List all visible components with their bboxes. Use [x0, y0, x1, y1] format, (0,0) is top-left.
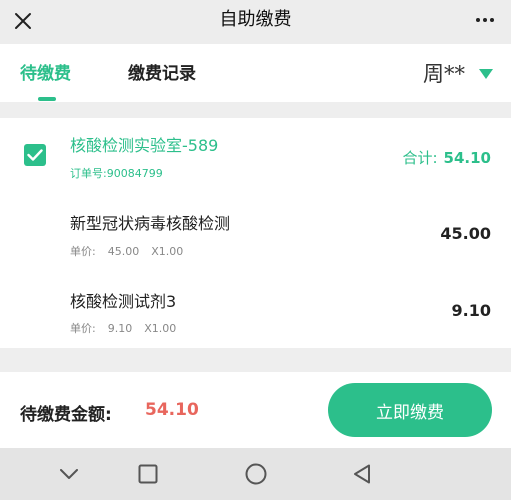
pending-amount-label: 待缴费金额:: [20, 405, 112, 425]
triangle-down-icon: [479, 64, 493, 83]
page-title: 自助缴费: [219, 9, 292, 30]
item-meta: 单价: 9.10 X1.00: [70, 320, 176, 336]
item-name: 核酸检测试剂3: [70, 292, 177, 311]
square-icon[interactable]: [134, 460, 162, 488]
tab-bar: 待缴费 缴费记录 周**: [0, 44, 511, 102]
order-number-value: 90084799: [106, 167, 163, 180]
patient-selector[interactable]: 周**: [423, 58, 493, 88]
payment-bar: 待缴费金额: 54.10 立即缴费: [0, 372, 511, 448]
item-amount: 45.00: [440, 224, 491, 243]
order-total-label: 合计:: [402, 149, 438, 167]
more-horizontal-icon[interactable]: [473, 10, 497, 30]
item-amount: 9.10: [451, 301, 491, 320]
chevron-down-icon[interactable]: [55, 460, 83, 488]
pay-now-button[interactable]: 立即缴费: [328, 383, 492, 437]
pending-amount-value: 54.10: [145, 400, 199, 420]
order-checkbox[interactable]: [24, 144, 46, 166]
circle-icon[interactable]: [242, 460, 270, 488]
title-bar: 自助缴费: [0, 0, 511, 44]
item-quantity: X1.00: [144, 322, 177, 335]
order-card: 核酸检测实验室-589 订单号:90084799 合计: 54.10 新型冠状病毒…: [0, 118, 511, 348]
order-number: 订单号:90084799: [70, 165, 163, 181]
patient-name: 周**: [423, 62, 465, 86]
item-name: 新型冠状病毒核酸检测: [70, 214, 231, 233]
unit-price: 单价: 45.00: [70, 245, 140, 258]
tab-payment-records[interactable]: 缴费记录: [128, 62, 196, 86]
order-total-value: 54.10: [443, 149, 491, 167]
unit-price: 单价: 9.10: [70, 322, 133, 335]
active-tab-indicator: [38, 97, 56, 101]
order-number-label: 订单号:: [70, 167, 107, 180]
lab-name: 核酸检测实验室-589: [70, 136, 219, 155]
tab-pending-payment[interactable]: 待缴费: [20, 62, 71, 86]
item-meta: 单价: 45.00 X1.00: [70, 243, 183, 259]
order-total: 合计: 54.10: [402, 147, 491, 168]
system-navigation-bar: [0, 448, 511, 500]
item-quantity: X1.00: [151, 245, 184, 258]
triangle-left-icon[interactable]: [348, 460, 376, 488]
check-icon: [27, 149, 43, 161]
